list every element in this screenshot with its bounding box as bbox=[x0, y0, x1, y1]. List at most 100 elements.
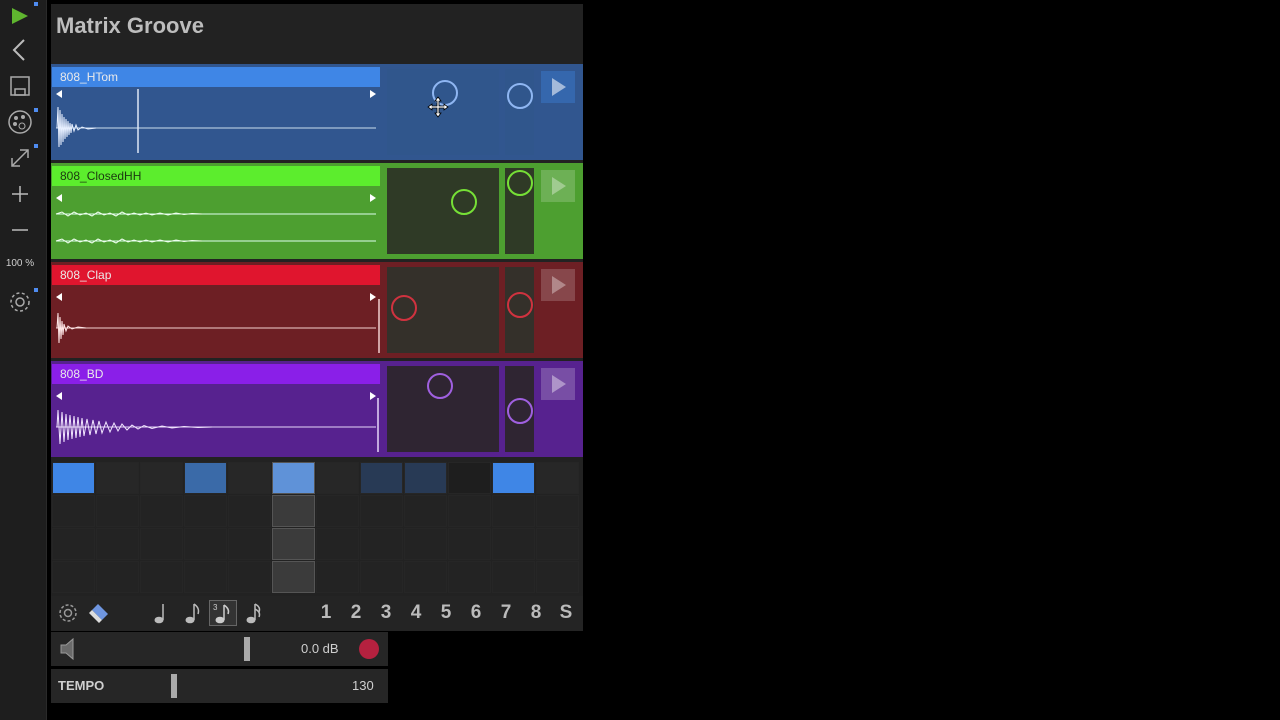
step-cell[interactable] bbox=[228, 561, 271, 593]
step-cell[interactable] bbox=[360, 561, 403, 593]
gear-icon[interactable] bbox=[55, 600, 81, 626]
sixteenth-note-icon[interactable] bbox=[242, 600, 266, 626]
step-select-6[interactable]: 6 bbox=[465, 600, 487, 626]
play-icon[interactable] bbox=[4, 0, 38, 32]
level-knob[interactable] bbox=[507, 292, 533, 318]
xy-pad[interactable] bbox=[387, 366, 499, 452]
step-cell[interactable] bbox=[184, 561, 227, 593]
level-knob[interactable] bbox=[507, 398, 533, 424]
level-knob[interactable] bbox=[507, 83, 533, 109]
step-cell[interactable] bbox=[228, 528, 271, 560]
level-strip[interactable] bbox=[505, 168, 534, 254]
eighth-note-icon[interactable] bbox=[181, 600, 205, 626]
step-select-3[interactable]: 3 bbox=[375, 600, 397, 626]
level-knob[interactable] bbox=[507, 170, 533, 196]
settings-icon[interactable] bbox=[4, 286, 38, 318]
xy-pad[interactable] bbox=[387, 168, 499, 254]
step-cell[interactable] bbox=[184, 462, 227, 494]
step-cell[interactable] bbox=[272, 561, 315, 593]
step-cell[interactable] bbox=[272, 462, 315, 494]
level-strip[interactable] bbox=[505, 267, 534, 353]
step-cell[interactable] bbox=[52, 495, 95, 527]
step-cell[interactable] bbox=[316, 528, 359, 560]
pad-knob[interactable] bbox=[451, 189, 477, 215]
step-cell[interactable] bbox=[52, 462, 95, 494]
step-select-4[interactable]: 4 bbox=[405, 600, 427, 626]
step-cell[interactable] bbox=[96, 462, 139, 494]
step-cell[interactable] bbox=[404, 528, 447, 560]
step-cell[interactable] bbox=[140, 528, 183, 560]
pad-knob[interactable] bbox=[427, 373, 453, 399]
step-cell[interactable] bbox=[536, 462, 579, 494]
track-play-button[interactable] bbox=[541, 269, 575, 301]
track-play-button[interactable] bbox=[541, 170, 575, 202]
waveform[interactable] bbox=[52, 87, 380, 155]
step-cell[interactable] bbox=[448, 462, 491, 494]
tempo-slider[interactable] bbox=[171, 674, 177, 698]
track-name[interactable]: 808_ClosedHH bbox=[52, 166, 380, 186]
track-play-button[interactable] bbox=[541, 71, 575, 103]
save-icon[interactable] bbox=[4, 70, 36, 102]
step-cell[interactable] bbox=[228, 462, 271, 494]
speaker-icon[interactable] bbox=[57, 637, 79, 666]
plus-icon[interactable] bbox=[4, 178, 36, 210]
step-cell[interactable] bbox=[360, 528, 403, 560]
level-strip[interactable] bbox=[505, 69, 534, 155]
step-cell[interactable] bbox=[52, 561, 95, 593]
step-cell[interactable] bbox=[536, 561, 579, 593]
track-name[interactable]: 808_Clap bbox=[52, 265, 380, 285]
step-cell[interactable] bbox=[360, 462, 403, 494]
step-cell[interactable] bbox=[140, 495, 183, 527]
pad-knob[interactable] bbox=[391, 295, 417, 321]
waveform[interactable] bbox=[52, 285, 380, 353]
step-select-2[interactable]: 2 bbox=[345, 600, 367, 626]
step-cell[interactable] bbox=[140, 462, 183, 494]
step-cell[interactable] bbox=[404, 561, 447, 593]
step-cell[interactable] bbox=[492, 561, 535, 593]
step-cell[interactable] bbox=[448, 495, 491, 527]
step-select-s[interactable]: S bbox=[555, 600, 577, 626]
step-cell[interactable] bbox=[316, 462, 359, 494]
step-cell[interactable] bbox=[536, 528, 579, 560]
minus-icon[interactable] bbox=[4, 214, 36, 246]
step-cell[interactable] bbox=[272, 528, 315, 560]
step-cell[interactable] bbox=[316, 495, 359, 527]
step-cell[interactable] bbox=[492, 528, 535, 560]
waveform[interactable] bbox=[52, 186, 380, 254]
step-cell[interactable] bbox=[96, 528, 139, 560]
step-select-5[interactable]: 5 bbox=[435, 600, 457, 626]
volume-slider[interactable] bbox=[244, 637, 250, 661]
track-name[interactable]: 808_BD bbox=[52, 364, 380, 384]
step-cell[interactable] bbox=[404, 495, 447, 527]
step-cell[interactable] bbox=[448, 528, 491, 560]
xy-pad[interactable] bbox=[387, 69, 499, 155]
triplet-note-icon[interactable]: 3 bbox=[209, 600, 237, 626]
step-select-1[interactable]: 1 bbox=[315, 600, 337, 626]
step-cell[interactable] bbox=[492, 462, 535, 494]
step-cell[interactable] bbox=[140, 561, 183, 593]
step-cell[interactable] bbox=[52, 528, 95, 560]
step-cell[interactable] bbox=[184, 528, 227, 560]
step-select-7[interactable]: 7 bbox=[495, 600, 517, 626]
step-cell[interactable] bbox=[96, 561, 139, 593]
quarter-note-icon[interactable] bbox=[149, 600, 173, 626]
xy-pad[interactable] bbox=[387, 267, 499, 353]
track-name[interactable]: 808_HTom bbox=[52, 67, 380, 87]
step-cell[interactable] bbox=[360, 495, 403, 527]
step-cell[interactable] bbox=[184, 495, 227, 527]
step-cell[interactable] bbox=[448, 561, 491, 593]
eraser-icon[interactable] bbox=[87, 600, 113, 626]
record-button[interactable] bbox=[359, 639, 379, 659]
waveform[interactable] bbox=[52, 384, 380, 452]
step-cell[interactable] bbox=[96, 495, 139, 527]
step-cell[interactable] bbox=[272, 495, 315, 527]
step-cell[interactable] bbox=[316, 561, 359, 593]
back-icon[interactable] bbox=[4, 34, 36, 66]
step-cell[interactable] bbox=[536, 495, 579, 527]
step-cell[interactable] bbox=[228, 495, 271, 527]
palette-icon[interactable] bbox=[4, 106, 38, 138]
step-cell[interactable] bbox=[404, 462, 447, 494]
resize-icon[interactable] bbox=[4, 142, 38, 174]
track-play-button[interactable] bbox=[541, 368, 575, 400]
step-cell[interactable] bbox=[492, 495, 535, 527]
